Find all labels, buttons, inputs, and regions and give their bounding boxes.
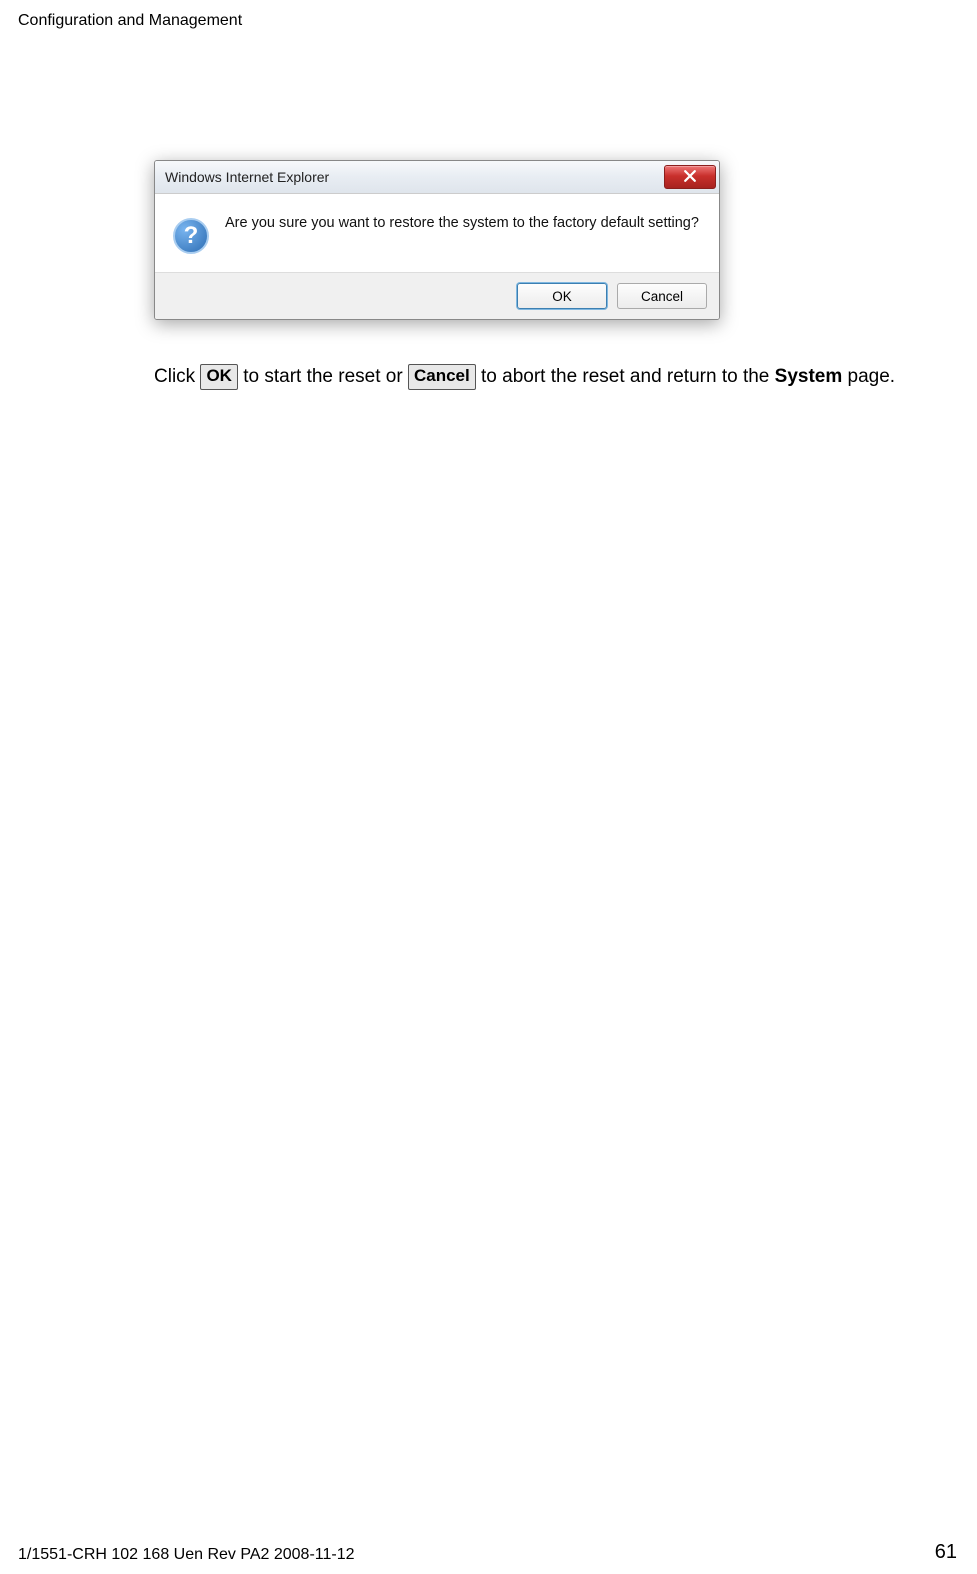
system-page-name: System [775,366,843,387]
instruction-paragraph: Click OK to start the reset or Cancel to… [154,364,924,390]
confirmation-dialog: Windows Internet Explorer ? Are you sure… [154,160,720,320]
ok-button[interactable]: OK [517,283,607,309]
text-fragment: Click [154,366,200,387]
dialog-body: ? Are you sure you want to restore the s… [155,194,719,272]
dialog-title: Windows Internet Explorer [165,169,329,185]
dialog-button-row: OK Cancel [155,272,719,319]
question-icon: ? [173,218,209,254]
text-fragment: to abort the reset and return to the [476,366,775,387]
close-icon [684,170,696,185]
footer-document-id: 1/1551-CRH 102 168 Uen Rev PA2 2008-11-1… [18,1546,355,1564]
footer-page-number: 61 [935,1541,957,1564]
dialog-titlebar: Windows Internet Explorer [155,161,719,194]
close-button[interactable] [664,165,716,189]
inline-cancel-button: Cancel [408,364,476,390]
text-fragment: to start the reset or [238,366,408,387]
dialog-message: Are you sure you want to restore the sys… [225,214,699,234]
cancel-button[interactable]: Cancel [617,283,707,309]
inline-ok-button: OK [200,364,238,390]
text-fragment: page. [842,366,895,387]
section-header: Configuration and Management [18,12,242,30]
